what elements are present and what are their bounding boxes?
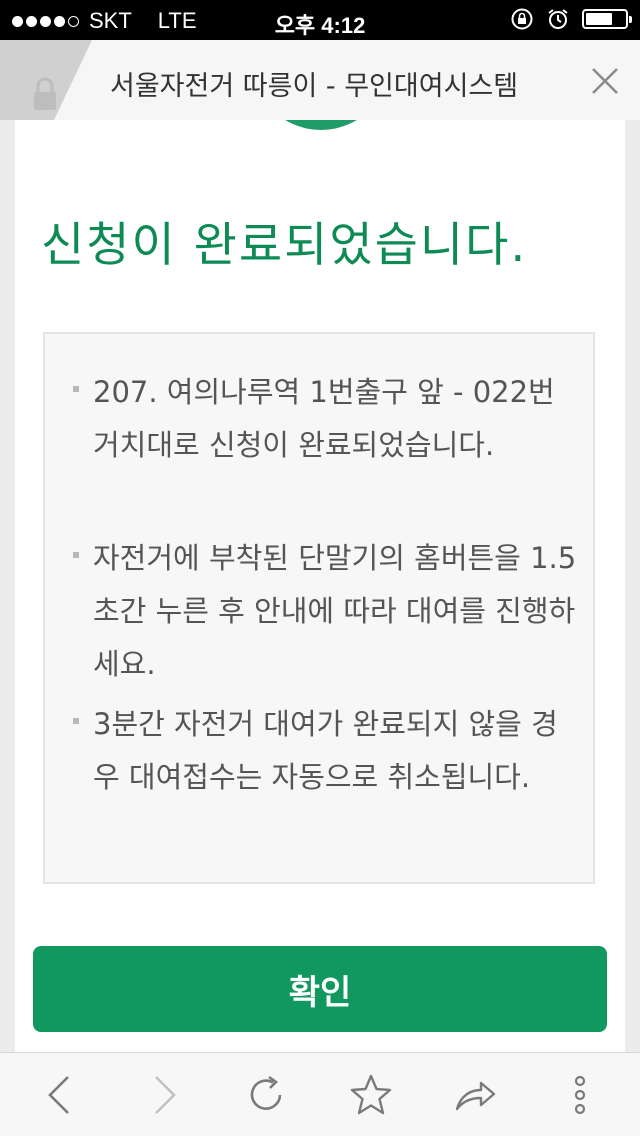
more-icon[interactable] xyxy=(558,1073,602,1117)
lock-icon xyxy=(34,77,56,110)
rotation-lock-icon xyxy=(511,8,533,30)
bullet-icon xyxy=(73,552,79,558)
close-icon[interactable] xyxy=(588,64,622,98)
back-icon[interactable] xyxy=(38,1073,82,1117)
browser-tab-bar: 서울자전거 따릉이 - 무인대여시스템 xyxy=(0,40,640,120)
tab-title: 서울자전거 따릉이 - 무인대여시스템 xyxy=(110,71,519,102)
status-bar: SKT LTE 오후 4:12 xyxy=(0,0,640,40)
success-circle-graphic xyxy=(247,120,395,130)
bookmark-star-icon[interactable] xyxy=(349,1073,393,1117)
bullet-icon xyxy=(73,718,79,724)
alarm-icon xyxy=(548,9,568,29)
confirm-button[interactable]: 확인 xyxy=(33,946,607,1032)
battery-level xyxy=(586,13,613,25)
bullet-icon xyxy=(73,386,79,392)
info-box: 207. 여의나루역 1번출구 앞 - 022번 거치대로 신청이 완료되었습니… xyxy=(43,332,595,884)
info-text: 3분간 자전거 대여가 완료되지 않을 경우 대여접수는 자동으로 취소됩니다. xyxy=(93,707,558,794)
reload-icon[interactable] xyxy=(245,1073,289,1117)
info-text: 207. 여의나루역 1번출구 앞 - 022번 거치대로 신청이 완료되었습니… xyxy=(93,375,555,462)
browser-toolbar xyxy=(0,1052,640,1136)
share-icon[interactable] xyxy=(453,1073,497,1117)
forward-icon[interactable] xyxy=(142,1073,186,1117)
info-text: 자전거에 부착된 단말기의 홈버튼을 1.5초간 누른 후 안내에 따라 대여를… xyxy=(93,541,577,681)
page-title: 신청이 완료되었습니다. xyxy=(41,218,528,273)
battery-icon xyxy=(582,9,632,29)
page-content: 신청이 완료되었습니다. 207. 여의나루역 1번출구 앞 - 022번 거치… xyxy=(15,120,625,1052)
status-right xyxy=(510,7,632,31)
